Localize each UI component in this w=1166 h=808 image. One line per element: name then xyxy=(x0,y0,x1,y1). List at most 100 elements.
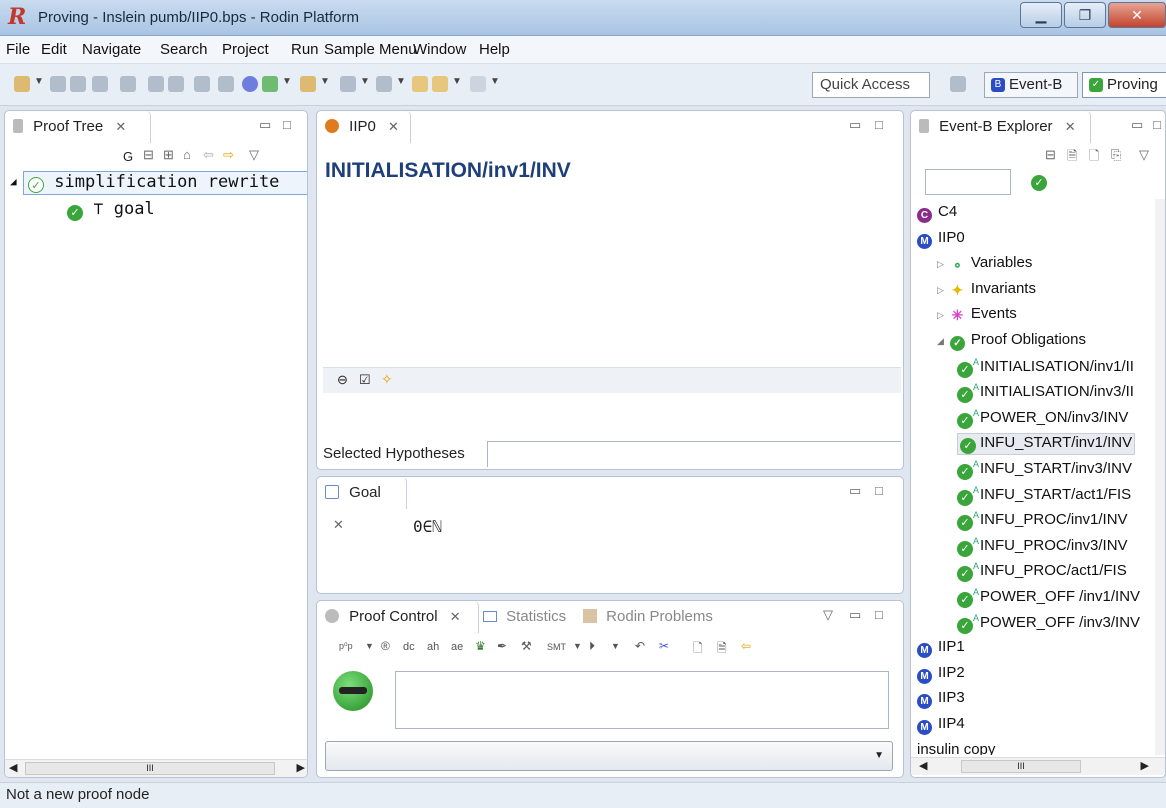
expand-all-icon[interactable]: ⊞ xyxy=(163,147,174,163)
minimize-button[interactable]: ▁ xyxy=(1020,2,1062,28)
chevron-down-icon[interactable]: ▼ xyxy=(320,76,330,87)
explorer-item[interactable]: C C4 xyxy=(917,203,957,223)
filter-check-icon[interactable]: ✓ xyxy=(1031,175,1047,191)
maximize-button[interactable]: ❐ xyxy=(1064,2,1106,28)
explorer-item[interactable]: ✓AINFU_PROC/inv1/INV xyxy=(957,510,1128,532)
explorer-item[interactable]: ▷ ∘ Variables xyxy=(937,254,1032,272)
chevron-down-icon[interactable]: ▼ xyxy=(396,76,406,87)
chevron-down-icon[interactable]: ▼ xyxy=(611,641,620,651)
redo-icon[interactable] xyxy=(168,76,184,92)
explorer-item[interactable]: M IIP2 xyxy=(917,664,965,684)
new-component-icon[interactable]: 🗋 xyxy=(1089,147,1099,169)
ah-button[interactable]: ah xyxy=(427,641,439,653)
new-icon[interactable] xyxy=(14,76,30,92)
explorer-item[interactable]: M IIP1 xyxy=(917,638,965,659)
menu-file[interactable]: File xyxy=(6,41,30,58)
minimize-panel-icon[interactable]: ▭ xyxy=(849,483,861,499)
minimize-panel-icon[interactable]: ▭ xyxy=(849,607,861,623)
explorer-filter-input[interactable] xyxy=(925,169,1011,195)
copy-icon[interactable] xyxy=(194,76,210,92)
paste-rule-icon[interactable]: 🗎 xyxy=(717,639,727,660)
view-menu-icon[interactable]: ▽ xyxy=(1139,147,1149,163)
explorer-item[interactable]: ✓ INFU_START/inv1/INV xyxy=(957,433,1136,456)
undo-icon[interactable] xyxy=(148,76,164,92)
forward-icon[interactable] xyxy=(470,76,486,92)
collapsed-arrow-icon[interactable]: ▷ xyxy=(937,310,944,320)
tab-goal[interactable]: Goal ✕ xyxy=(317,477,407,532)
menu-sample-menu[interactable]: Sample Menu xyxy=(324,41,417,58)
ae-button[interactable]: ae xyxy=(451,641,463,653)
close-icon[interactable]: ✕ xyxy=(115,119,126,134)
tab-proof-tree[interactable]: Proof Tree ✕ xyxy=(5,111,151,143)
perspective-event-b[interactable]: B Event-B xyxy=(984,72,1078,98)
back-icon[interactable] xyxy=(412,76,428,92)
run-icon[interactable] xyxy=(262,76,278,92)
copy-rule-icon[interactable]: 🗋 xyxy=(693,639,703,660)
search-hypotheses-icon[interactable]: ✧ xyxy=(381,371,393,388)
scroll-left-icon[interactable]: ◀ xyxy=(919,759,927,772)
import-icon[interactable]: ⎘ xyxy=(1111,147,1121,163)
chevron-down-icon[interactable]: ▼ xyxy=(490,76,500,87)
dc-button[interactable]: dc xyxy=(403,641,415,653)
new-project-icon[interactable]: 🗎 xyxy=(1067,147,1077,169)
maximize-panel-icon[interactable]: □ xyxy=(875,117,883,132)
explorer-item[interactable]: ✓APOWER_OFF /inv3/INV xyxy=(957,613,1140,634)
maximize-panel-icon[interactable]: □ xyxy=(283,117,291,132)
next-annotation-icon[interactable] xyxy=(340,76,356,92)
bullet-icon[interactable] xyxy=(242,76,258,92)
menu-run[interactable]: Run xyxy=(291,41,319,58)
goal-text[interactable]: 0∈ℕ xyxy=(413,517,442,536)
explorer-item[interactable]: ✓AINITIALISATION/inv1/II xyxy=(957,357,1134,378)
maximize-panel-icon[interactable]: □ xyxy=(875,607,883,622)
maximize-panel-icon[interactable]: □ xyxy=(875,483,883,498)
explorer-item[interactable]: ✓AINITIALISATION/inv3/II xyxy=(957,382,1134,404)
explorer-item[interactable]: M IIP4 xyxy=(917,715,965,735)
explorer-item[interactable]: ✓APOWER_OFF /inv1/INV xyxy=(957,587,1140,608)
explorer-item[interactable]: ▷ ✦ Invariants xyxy=(937,280,1036,298)
prune-icon[interactable]: ✂ xyxy=(659,639,669,653)
quick-access-input[interactable]: Quick Access xyxy=(812,72,930,98)
explorer-item[interactable]: ✓AINFU_PROC/act1/FIS xyxy=(957,561,1127,583)
tab-rodin-problems[interactable]: Rodin Problems xyxy=(583,601,713,633)
close-icon[interactable]: ✕ xyxy=(388,119,399,134)
paste-icon[interactable] xyxy=(218,76,234,92)
ppp-button[interactable]: p⁰p xyxy=(339,641,353,652)
chevron-down-icon[interactable]: ▼ xyxy=(34,76,44,87)
pen-icon[interactable]: ✒ xyxy=(497,639,507,653)
smt-button[interactable]: SMT xyxy=(547,642,566,652)
close-icon[interactable]: ✕ xyxy=(1065,119,1076,134)
chevron-down-icon[interactable]: ▼ xyxy=(573,641,582,651)
horizontal-scrollbar[interactable]: ◀ III ▶ xyxy=(911,757,1165,775)
collapsed-arrow-icon[interactable]: ▷ xyxy=(937,285,944,295)
scroll-left-icon[interactable]: ◀ xyxy=(9,761,17,774)
perspective-proving[interactable]: ✓ Proving xyxy=(1082,72,1166,98)
explorer-item[interactable]: ✓APOWER_ON/inv3/INV xyxy=(957,408,1128,429)
view-menu-icon[interactable]: ▽ xyxy=(249,147,259,163)
proof-tree-node-root[interactable]: ◢ ✓ simplification rewrite xyxy=(10,171,307,195)
menu-edit[interactable]: Edit xyxy=(41,41,67,58)
wand-icon[interactable] xyxy=(300,76,316,92)
minimize-panel-icon[interactable]: ▭ xyxy=(259,117,271,133)
minimize-panel-icon[interactable]: ▭ xyxy=(1131,117,1143,133)
hammer-icon[interactable]: ⚒ xyxy=(521,639,532,653)
print-icon[interactable] xyxy=(92,76,108,92)
chevron-down-icon[interactable]: ▼ xyxy=(365,641,374,651)
remove-icon[interactable]: ⊖ xyxy=(337,372,348,388)
explorer-item[interactable]: M IIP3 xyxy=(917,689,965,710)
scroll-right-icon[interactable]: ▶ xyxy=(1141,759,1149,772)
close-icon[interactable]: ✕ xyxy=(450,609,461,624)
minimize-panel-icon[interactable]: ▭ xyxy=(849,117,861,133)
home-icon[interactable]: ⌂ xyxy=(183,147,191,162)
tab-iip0[interactable]: IIP0 ✕ xyxy=(317,111,411,143)
menu-navigate[interactable]: Navigate xyxy=(82,41,141,58)
lasso-icon[interactable]: ♛ xyxy=(475,639,486,653)
explorer-item[interactable]: ✓AINFU_START/act1/FIS xyxy=(957,485,1131,506)
proof-tree-node-goal[interactable]: ✓ ⊤ goal xyxy=(67,199,155,221)
scroll-right-icon[interactable]: ▶ xyxy=(297,761,305,774)
vertical-scrollbar[interactable] xyxy=(1155,199,1165,755)
save-all-icon[interactable] xyxy=(70,76,86,92)
menu-project[interactable]: Project xyxy=(222,41,269,58)
explorer-item[interactable]: ◢ ✓ Proof Obligations xyxy=(937,331,1086,351)
menu-search[interactable]: Search xyxy=(160,41,208,58)
play-icon[interactable]: ⏵ xyxy=(589,639,595,654)
